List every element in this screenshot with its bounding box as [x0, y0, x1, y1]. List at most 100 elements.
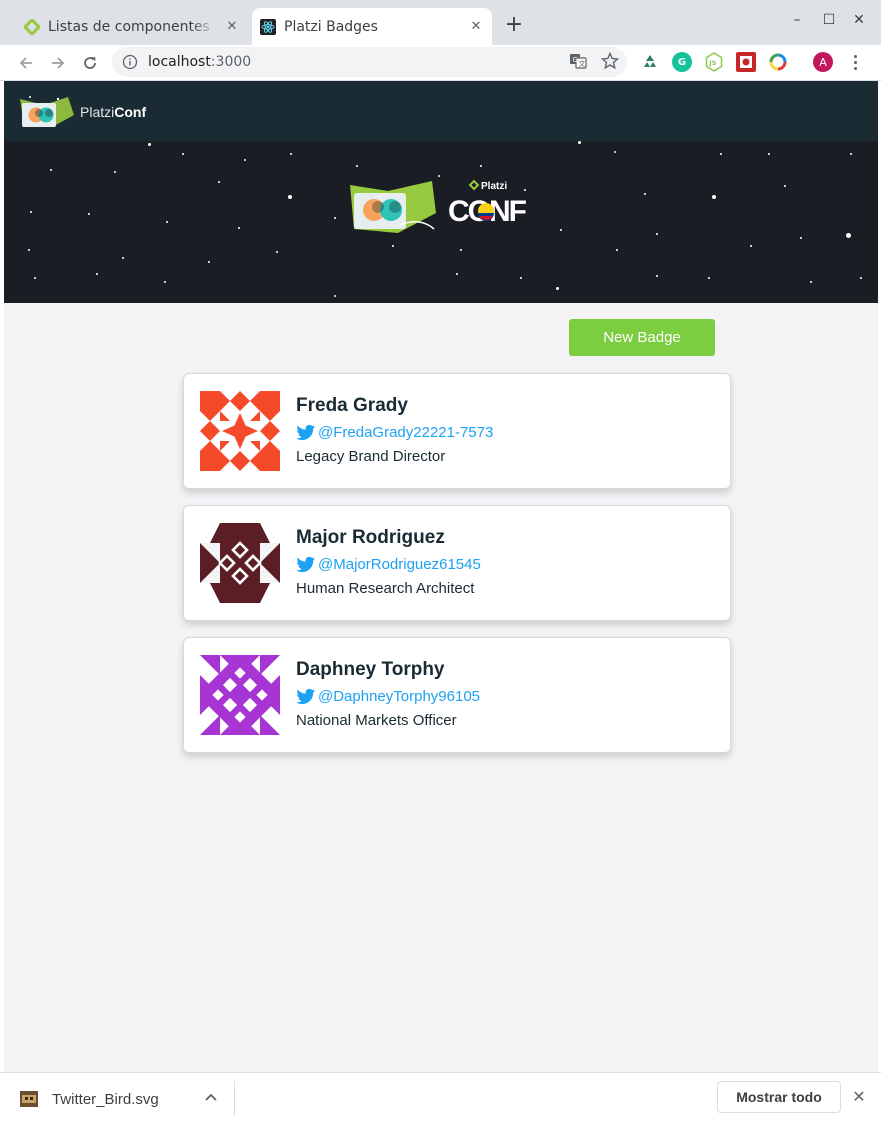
colorpick-icon[interactable] [768, 52, 788, 72]
twitter-bird-icon [296, 424, 316, 441]
star-decoration [164, 281, 166, 283]
badge-twitter[interactable]: @DaphneyTorphy96105 [296, 687, 480, 707]
url-port: :3000 [210, 54, 252, 70]
svg-text:G: G [573, 56, 578, 64]
star-decoration [708, 277, 710, 279]
badge-name: Freda Grady [296, 395, 408, 416]
star-decoration [334, 295, 336, 297]
star-decoration [276, 251, 278, 253]
back-button[interactable] [14, 51, 38, 75]
star-decoration [846, 233, 851, 238]
tab-title: Listas de componentes en React [48, 18, 216, 35]
maximize-button[interactable]: ☐ [821, 12, 837, 28]
star-decoration [860, 277, 862, 279]
profile-avatar[interactable]: A [813, 52, 833, 72]
star-decoration [810, 281, 812, 283]
star-decoration [750, 245, 752, 247]
react-icon [260, 18, 276, 35]
star-decoration [456, 273, 458, 275]
tab-listas-componentes[interactable]: Listas de componentes en React ✕ [16, 8, 248, 45]
nodejs-icon[interactable]: JS [704, 52, 724, 72]
tab-strip: Listas de componentes en React ✕ Platzi … [0, 0, 881, 45]
star-decoration [122, 257, 124, 259]
close-download-bar-icon[interactable]: ✕ [851, 1088, 867, 1106]
new-tab-button[interactable]: + [502, 14, 526, 38]
star-decoration [850, 153, 852, 155]
star-decoration [656, 275, 658, 277]
tab-close-icon[interactable]: ✕ [468, 19, 484, 35]
avatar [200, 391, 280, 471]
browser-toolbar: localhost:3000 G文 G JS A [0, 45, 881, 81]
forward-button[interactable] [46, 51, 70, 75]
star-decoration [88, 213, 90, 215]
badge-name: Daphney Torphy [296, 659, 445, 680]
new-badge-button[interactable]: New Badge [569, 319, 715, 356]
bookmark-star-icon[interactable] [601, 52, 619, 70]
star-decoration [166, 221, 168, 223]
twitter-handle: @DaphneyTorphy96105 [318, 688, 481, 705]
star-decoration [556, 287, 559, 290]
star-decoration [520, 277, 522, 279]
star-decoration [28, 249, 30, 251]
badge-twitter[interactable]: @MajorRodriguez61545 [296, 555, 481, 575]
star-decoration [96, 273, 98, 275]
badge-job-title: National Markets Officer [296, 712, 457, 729]
site-navbar: PlatziConf [4, 81, 878, 141]
svg-file-icon [20, 1091, 38, 1107]
badge-card[interactable]: Freda Grady @FredaGrady22221-7573 Legacy… [183, 373, 731, 489]
tab-platzi-badges[interactable]: Platzi Badges ✕ [252, 8, 492, 45]
recycle-icon[interactable] [640, 52, 660, 72]
star-decoration [356, 165, 358, 167]
badge-card[interactable]: Major Rodriguez @MajorRodriguez61545 Hum… [183, 505, 731, 621]
star-decoration [148, 143, 151, 146]
twitter-handle: @MajorRodriguez61545 [318, 556, 481, 573]
grammarly-icon[interactable]: G [672, 52, 692, 72]
star-decoration [288, 195, 292, 199]
brand-text: PlatziConf [80, 104, 147, 120]
badge-twitter[interactable]: @FredaGrady22221-7573 [296, 423, 493, 443]
twitter-bird-icon [296, 556, 316, 573]
twitter-bird-icon [296, 688, 316, 705]
star-decoration [720, 153, 722, 155]
star-decoration [238, 227, 240, 229]
star-decoration [614, 151, 616, 153]
conf-hero-logo: Platzi CONF [348, 177, 538, 241]
star-decoration [50, 169, 52, 171]
star-decoration [578, 141, 581, 144]
star-decoration [616, 249, 618, 251]
star-decoration [290, 153, 292, 155]
close-window-button[interactable]: ✕ [851, 12, 867, 28]
twitter-handle: @FredaGrady22221-7573 [318, 424, 494, 441]
star-decoration [784, 185, 786, 187]
svg-text:文: 文 [579, 59, 586, 68]
star-decoration [644, 193, 646, 195]
divider [234, 1081, 235, 1116]
svg-text:JS: JS [708, 59, 716, 67]
forward-arrow-icon [52, 57, 65, 69]
site-info-icon[interactable] [122, 54, 138, 70]
translate-icon[interactable]: G文 [569, 52, 587, 70]
star-decoration [480, 165, 482, 167]
reload-icon [84, 57, 96, 69]
star-decoration [656, 233, 658, 235]
download-item[interactable]: Twitter_Bird.svg [20, 1085, 159, 1113]
star-decoration [30, 211, 32, 213]
star-decoration [460, 249, 462, 251]
browser-menu-icon[interactable] [846, 52, 864, 72]
tab-close-icon[interactable]: ✕ [224, 19, 240, 35]
hero-banner: Platzi CONF [4, 141, 878, 303]
badge-job-title: Legacy Brand Director [296, 448, 446, 465]
star-decoration [334, 217, 336, 219]
star-decoration [712, 195, 716, 199]
badge-card[interactable]: Daphney Torphy @DaphneyTorphy96105 Natio… [183, 637, 731, 753]
star-decoration [182, 153, 184, 155]
navbar-brand-link[interactable]: PlatziConf [18, 93, 146, 131]
badge-info: Freda Grady @FredaGrady22221-7573 Legacy… [296, 393, 493, 467]
address-bar[interactable]: localhost:3000 [112, 47, 627, 77]
minimize-button[interactable]: – [789, 12, 805, 28]
reload-button[interactable] [78, 51, 102, 75]
star-decoration [392, 245, 394, 247]
show-all-downloads-button[interactable]: Mostrar todo [717, 1081, 841, 1113]
chevron-up-icon[interactable] [204, 1090, 218, 1104]
pesticide-icon[interactable] [736, 52, 756, 72]
